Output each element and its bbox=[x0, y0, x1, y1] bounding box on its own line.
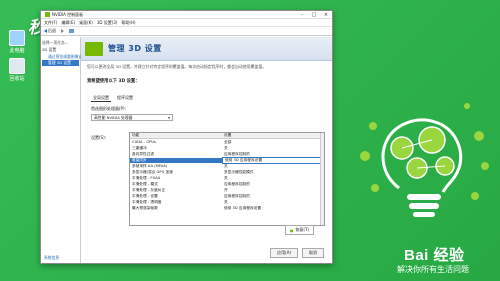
close-icon[interactable]: × bbox=[320, 12, 332, 18]
restore-label: 恢复(T) bbox=[295, 227, 309, 232]
table-cell-setting[interactable]: 应用程序控制的 bbox=[222, 194, 324, 199]
task-sidebar: 选择一项任务... 3D 设置 通过预览调整图像设置 管理 3D 设置 系统信息 bbox=[41, 37, 86, 263]
nvidia-control-panel-window: NVIDIA 控制面板 – □ × 文件(F) 编辑(E) 桌面(K) 3D 设… bbox=[40, 10, 333, 264]
table-cell-feature: 垂直同步 bbox=[130, 157, 222, 163]
nvidia-logo bbox=[85, 41, 103, 56]
forward-arrow-icon bbox=[61, 29, 64, 33]
table-cell-setting[interactable]: 开 bbox=[222, 188, 324, 193]
menu-3d-settings[interactable]: 3D 设置(3) bbox=[97, 20, 118, 26]
brand-tagline: 解决你所有生活问题 bbox=[397, 265, 469, 274]
grid-header-setting: 设置 bbox=[224, 133, 232, 137]
table-cell-setting[interactable]: 应用程序控制的 bbox=[222, 182, 324, 187]
tab-global[interactable]: 全局设置 bbox=[91, 95, 111, 102]
table-cell-feature: 平滑处理 - 灰度纠正 bbox=[132, 187, 166, 192]
table-cell-feature: 多帧采样 AA (MFAA) bbox=[132, 163, 168, 168]
window-title: NVIDIA 控制面板 bbox=[52, 11, 84, 17]
table-row[interactable]: 平滑处理 - 灰度纠正 开 bbox=[130, 187, 324, 193]
table-cell-setting[interactable]: 关 bbox=[222, 146, 324, 151]
sidebar-item-manage-3d[interactable]: 管理 3D 设置 bbox=[42, 60, 79, 66]
system-info-link[interactable]: 系统信息 bbox=[44, 255, 59, 261]
table-row[interactable]: 多显示器/混合 GPU 加速 多显示器性能模式 bbox=[130, 169, 324, 175]
table-cell-setting[interactable]: 关 bbox=[222, 200, 324, 205]
table-cell-feature: 平滑处理 - 设置 bbox=[132, 193, 158, 198]
panel-header: 管理 3D 设置 bbox=[81, 37, 332, 61]
table-cell-feature: CUDA - GPUs bbox=[132, 140, 156, 144]
back-arrow-icon bbox=[44, 29, 47, 33]
cancel-button[interactable]: 取消 bbox=[302, 248, 324, 258]
task-header: 选择一项任务... bbox=[42, 40, 69, 45]
grid-header-feature: 功能 bbox=[132, 133, 140, 137]
table-cell-setting[interactable]: 关 bbox=[222, 176, 324, 181]
processor-select[interactable]: 高性能 NVIDIA 处理器 ▾ bbox=[91, 114, 173, 121]
settings-grid: 功能 设置 CUDA - GPUs 全部 三重缓冲关各向异性过滤 应用程序控制的 垂直同… bbox=[129, 132, 325, 226]
menu-desktop[interactable]: 桌面(K) bbox=[79, 20, 93, 26]
table-cell-setting[interactable]: 全部 bbox=[222, 140, 324, 145]
restore-icon: ● bbox=[289, 227, 294, 233]
menu-file[interactable]: 文件(F) bbox=[44, 20, 57, 26]
footer-buttons: 应用(A) 取消 bbox=[270, 248, 324, 258]
settings-subheading: 我希望使用以下 3D 设置： bbox=[87, 79, 140, 84]
table-cell-feature: 平滑处理 - 模式 bbox=[132, 181, 158, 186]
table-row[interactable]: 平滑处理 - 模式 应用程序控制的 bbox=[130, 181, 324, 187]
table-cell-feature: 多显示器/混合 GPU 加速 bbox=[132, 169, 173, 174]
settings-tabs: 全局设置 程序设置 bbox=[81, 84, 332, 102]
menu-bar: 文件(F) 编辑(E) 桌面(K) 3D 设置(3) 帮助(H) bbox=[41, 19, 332, 27]
chevron-down-icon: ▾ bbox=[168, 115, 170, 120]
recycle-bin-icon bbox=[9, 58, 25, 74]
menu-help[interactable]: 帮助(H) bbox=[121, 20, 135, 26]
page-description: 您可以更改全局 3D 设置，并建立针对特定程序的覆盖值。每次启动指定程序时，都会… bbox=[87, 64, 267, 69]
desktop-icon-this-pc[interactable]: 此电脑 bbox=[4, 30, 30, 54]
table-cell-setting[interactable]: 使用 3D 应用程序设置 bbox=[222, 206, 324, 211]
page-title: 管理 3D 设置 bbox=[108, 44, 162, 53]
grid-scrollbar[interactable] bbox=[320, 133, 324, 225]
desktop-icon-label: 此电脑 bbox=[9, 48, 25, 54]
baidu-logo: Bai 经验 bbox=[404, 247, 465, 264]
home-button[interactable] bbox=[69, 29, 74, 33]
table-row[interactable]: 平滑处理 - FXAA 关 bbox=[130, 175, 324, 181]
table-cell-feature: 平滑处理 - FXAA bbox=[132, 175, 161, 180]
desktop-icon-label: 回收站 bbox=[9, 76, 25, 82]
table-cell-feature: 最大预渲染帧数 bbox=[132, 205, 158, 210]
table-row[interactable]: 三重缓冲 关 bbox=[130, 145, 324, 151]
forward-button[interactable] bbox=[61, 29, 64, 33]
back-button[interactable]: 后退 bbox=[44, 28, 56, 34]
apply-button[interactable]: 应用(A) bbox=[270, 248, 298, 258]
desktop-icon-recycle-bin[interactable]: 回收站 bbox=[4, 58, 30, 82]
back-label: 后退 bbox=[48, 28, 56, 33]
table-row[interactable]: 多帧采样 AA (MFAA) 关 bbox=[130, 163, 324, 169]
table-row[interactable]: 最大预渲染帧数 使用 3D 应用程序设置 bbox=[130, 205, 324, 211]
computer-icon bbox=[9, 30, 25, 46]
restore-button[interactable]: ● 恢复(T) bbox=[284, 225, 314, 235]
processor-label: 首选图形处理器(P)： bbox=[91, 106, 129, 111]
tab-program[interactable]: 程序设置 bbox=[115, 95, 135, 102]
sidebar-section-3d[interactable]: 3D 设置 bbox=[42, 47, 79, 53]
table-row[interactable]: 平滑处理 - 设置 应用程序控制的 bbox=[130, 193, 324, 199]
table-row[interactable]: 垂直同步 使用 3D 应用程序设置 bbox=[130, 156, 324, 164]
table-row[interactable]: 平滑处理 - 透明度 关 bbox=[130, 199, 324, 205]
table-cell-feature: 各向异性过滤 bbox=[132, 151, 155, 156]
brand-tagline-wrap: 解决你所有生活问题 bbox=[397, 264, 469, 275]
table-cell-feature: 平滑处理 - 透明度 bbox=[132, 199, 162, 204]
baidu-brand: Bai 经验 bbox=[404, 244, 465, 265]
lightbulb-graphic bbox=[360, 103, 489, 217]
toolbar: 后退 bbox=[41, 27, 332, 36]
home-icon bbox=[69, 29, 74, 33]
table-cell-setting[interactable]: 关 bbox=[222, 164, 324, 169]
nvidia-app-icon bbox=[45, 12, 50, 17]
maximize-icon[interactable]: □ bbox=[308, 12, 320, 18]
table-cell-setting[interactable]: 使用 3D 应用程序设置 bbox=[222, 156, 324, 164]
menu-edit[interactable]: 编辑(E) bbox=[61, 20, 75, 26]
processor-value: 高性能 NVIDIA 处理器 bbox=[94, 114, 133, 120]
table-cell-setting[interactable]: 多显示器性能模式 bbox=[222, 170, 324, 175]
table-cell-feature: 三重缓冲 bbox=[132, 145, 147, 150]
title-bar: NVIDIA 控制面板 – □ × bbox=[41, 11, 332, 19]
minimize-icon[interactable]: – bbox=[296, 12, 308, 18]
